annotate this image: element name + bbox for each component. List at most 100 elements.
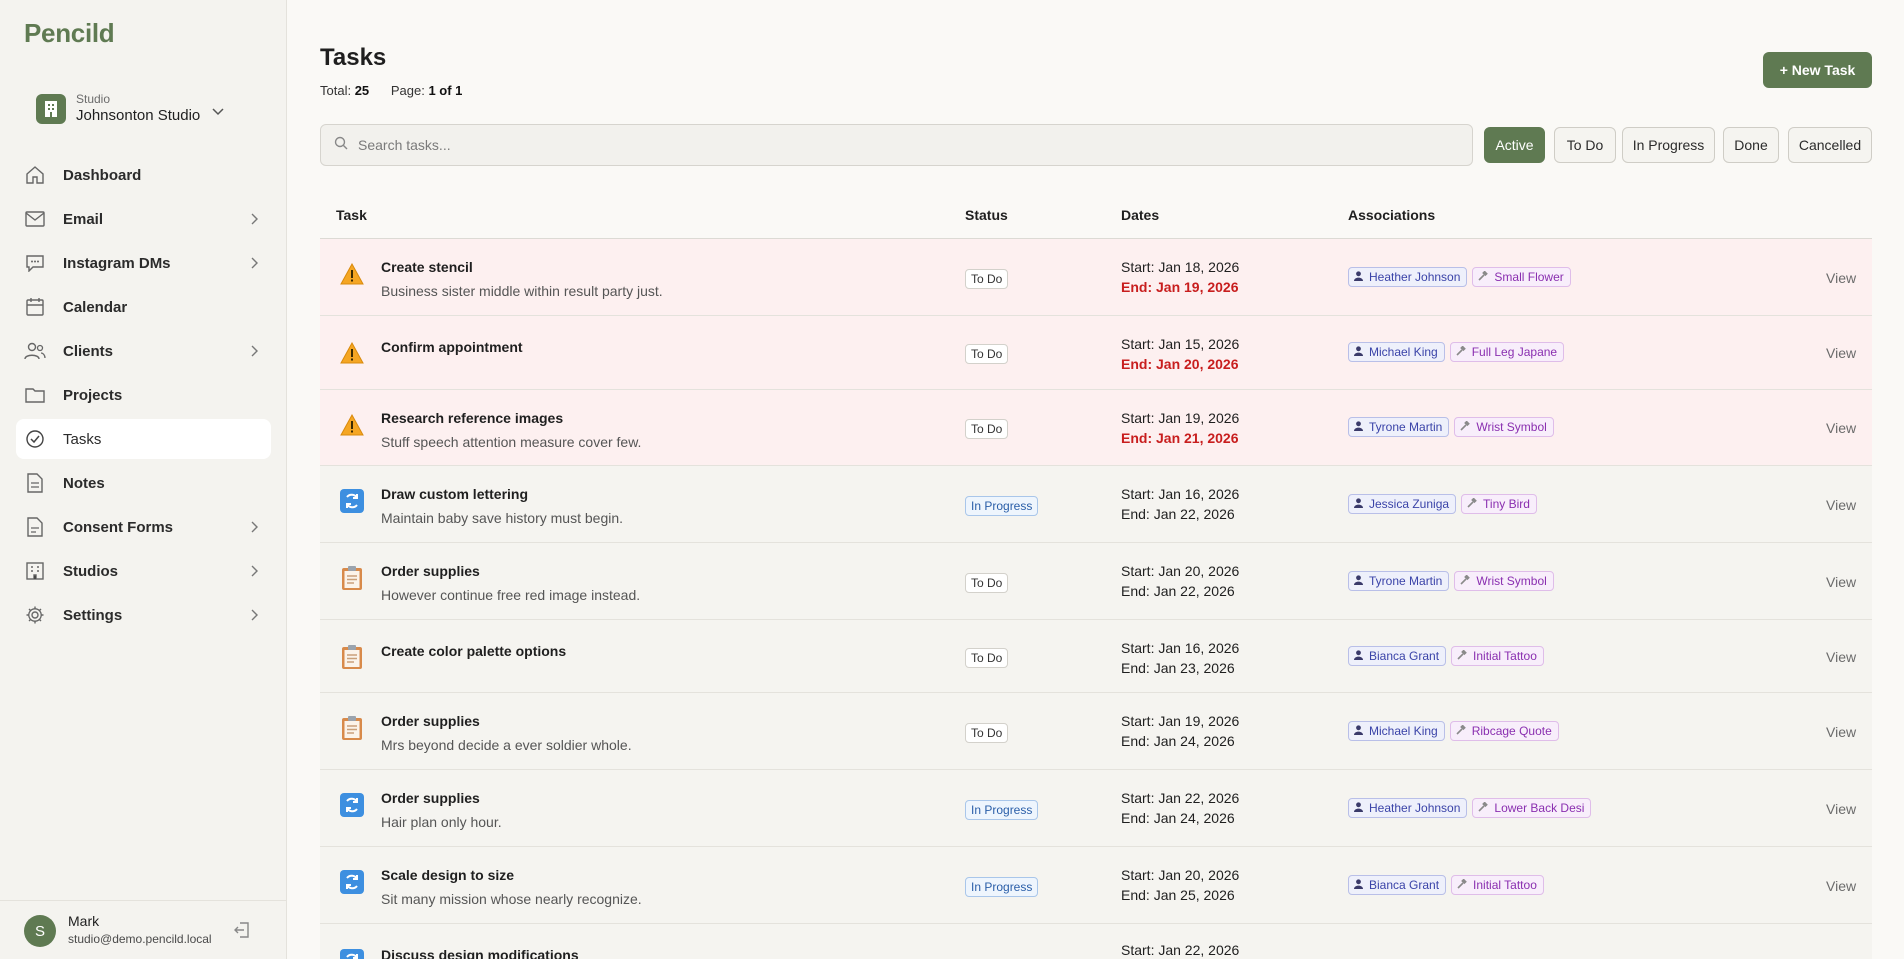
tool-icon <box>1456 345 1472 359</box>
sidebar-item-instagram-dms[interactable]: Instagram DMs <box>16 243 271 283</box>
filter-in-progress[interactable]: In Progress <box>1622 127 1715 163</box>
sidebar-item-dashboard[interactable]: Dashboard <box>16 155 271 195</box>
studio-switcher[interactable]: Studio Johnsonton Studio <box>36 92 224 126</box>
table-row[interactable]: Create stencil Business sister middle wit… <box>320 239 1872 316</box>
sidebar-item-email[interactable]: Email <box>16 199 271 239</box>
table-row[interactable]: Research reference images Stuff speech at… <box>320 390 1872 466</box>
project-chip[interactable]: Full Leg Japane <box>1449 342 1565 362</box>
table-row[interactable]: Discuss design modifications Start: Jan 2… <box>320 924 1872 959</box>
chevron-down-icon <box>212 103 224 121</box>
project-name: Initial Tattoo <box>1473 649 1537 663</box>
task-title[interactable]: Draw custom lettering <box>381 486 528 502</box>
project-chip[interactable]: Tiny Bird <box>1461 494 1537 514</box>
table-row[interactable]: Order supplies However continue free red … <box>320 543 1872 620</box>
client-name: Tyrone Martin <box>1369 574 1443 588</box>
refresh-icon <box>339 869 365 895</box>
view-link[interactable]: View <box>1826 574 1856 590</box>
sidebar-item-label: Notes <box>63 474 105 492</box>
view-link[interactable]: View <box>1826 270 1856 286</box>
refresh-icon <box>339 792 365 818</box>
task-title[interactable]: Create stencil <box>381 259 473 275</box>
filter-cancelled[interactable]: Cancelled <box>1788 127 1872 163</box>
end-date: End: Jan 21, 2026 <box>1121 430 1239 446</box>
view-link[interactable]: View <box>1826 724 1856 740</box>
app-logo[interactable]: Pencild <box>24 18 115 49</box>
client-chip[interactable]: Tyrone Martin <box>1348 571 1450 591</box>
client-chip[interactable]: Michael King <box>1348 721 1445 741</box>
filter-done[interactable]: Done <box>1723 127 1779 163</box>
page-indicator: 1 of 1 <box>428 83 463 98</box>
tool-icon <box>1457 649 1473 663</box>
project-chip[interactable]: Initial Tattoo <box>1451 646 1544 666</box>
view-link[interactable]: View <box>1826 497 1856 513</box>
view-link[interactable]: View <box>1826 420 1856 436</box>
sidebar-item-tasks[interactable]: Tasks <box>16 419 271 459</box>
associations: Jessica Zuniga Tiny Bird <box>1348 494 1537 514</box>
table-row[interactable]: Order supplies Mrs beyond decide a ever s… <box>320 693 1872 770</box>
client-chip[interactable]: Bianca Grant <box>1348 646 1447 666</box>
client-chip[interactable]: Jessica Zuniga <box>1348 494 1457 514</box>
warning-icon <box>339 412 365 438</box>
client-chip[interactable]: Michael King <box>1348 342 1445 362</box>
form-icon <box>24 516 46 538</box>
project-chip[interactable]: Wrist Symbol <box>1454 571 1554 591</box>
client-chip[interactable]: Tyrone Martin <box>1348 417 1450 437</box>
search-input[interactable] <box>358 137 1458 153</box>
sidebar-item-label: Dashboard <box>63 166 142 184</box>
column-header-associations[interactable]: Associations <box>1348 207 1435 223</box>
task-title[interactable]: Scale design to size <box>381 867 514 883</box>
task-title[interactable]: Order supplies <box>381 563 480 579</box>
sidebar-item-consent-forms[interactable]: Consent Forms <box>16 507 271 547</box>
sidebar-item-notes[interactable]: Notes <box>16 463 271 503</box>
view-link[interactable]: View <box>1826 649 1856 665</box>
table-row[interactable]: Confirm appointment To Do Start: Jan 15, 2… <box>320 316 1872 390</box>
start-date: Start: Jan 15, 2026 <box>1121 336 1240 352</box>
total-label: Total: <box>320 83 352 98</box>
view-link[interactable]: View <box>1826 801 1856 817</box>
column-header-dates[interactable]: Dates <box>1121 207 1159 223</box>
client-chip[interactable]: Bianca Grant <box>1348 875 1447 895</box>
client-chip[interactable]: Heather Johnson <box>1348 267 1468 287</box>
client-name: Heather Johnson <box>1369 270 1461 284</box>
view-link[interactable]: View <box>1826 345 1856 361</box>
view-link[interactable]: View <box>1826 878 1856 894</box>
task-description: Maintain baby save history must begin. <box>381 510 624 526</box>
user-icon <box>1354 878 1369 892</box>
avatar[interactable]: S <box>24 915 56 947</box>
project-chip[interactable]: Ribcage Quote <box>1449 721 1559 741</box>
filter-active[interactable]: Active <box>1484 127 1545 163</box>
sidebar-item-projects[interactable]: Projects <box>16 375 271 415</box>
project-name: Initial Tattoo <box>1473 878 1537 892</box>
table-row[interactable]: Scale design to size Sit many mission who… <box>320 847 1872 924</box>
user-icon <box>1354 801 1369 815</box>
task-title[interactable]: Create color palette options <box>381 643 566 659</box>
task-description: Stuff speech attention measure cover few… <box>381 434 642 450</box>
new-task-button[interactable]: + New Task <box>1763 52 1872 88</box>
project-chip[interactable]: Lower Back Desi <box>1472 798 1592 818</box>
task-title[interactable]: Confirm appointment <box>381 339 523 355</box>
table-row[interactable]: Draw custom lettering Maintain baby save … <box>320 466 1872 543</box>
sidebar-item-studios[interactable]: Studios <box>16 551 271 591</box>
task-title[interactable]: Discuss design modifications <box>381 947 579 959</box>
project-chip[interactable]: Small Flower <box>1472 267 1571 287</box>
sidebar-item-settings[interactable]: Settings <box>16 595 271 635</box>
task-title[interactable]: Research reference images <box>381 410 563 426</box>
logout-icon[interactable] <box>233 921 251 944</box>
sidebar-item-calendar[interactable]: Calendar <box>16 287 271 327</box>
sidebar-item-clients[interactable]: Clients <box>16 331 271 371</box>
table-row[interactable]: Create color palette options To Do Start: … <box>320 620 1872 693</box>
filter-to-do[interactable]: To Do <box>1554 127 1616 163</box>
status-badge: To Do <box>965 344 1009 364</box>
column-header-status[interactable]: Status <box>965 207 1008 223</box>
project-chip[interactable]: Wrist Symbol <box>1454 417 1554 437</box>
client-name: Jessica Zuniga <box>1369 497 1450 511</box>
task-title[interactable]: Order supplies <box>381 713 480 729</box>
table-row[interactable]: Order supplies Hair plan only hour. In Pro… <box>320 770 1872 847</box>
task-title[interactable]: Order supplies <box>381 790 480 806</box>
associations: Michael King Ribcage Quote <box>1348 721 1559 741</box>
project-chip[interactable]: Initial Tattoo <box>1451 875 1544 895</box>
column-header-task[interactable]: Task <box>336 207 367 223</box>
client-name: Tyrone Martin <box>1369 420 1443 434</box>
page-label: Page: <box>390 83 425 98</box>
client-chip[interactable]: Heather Johnson <box>1348 798 1468 818</box>
